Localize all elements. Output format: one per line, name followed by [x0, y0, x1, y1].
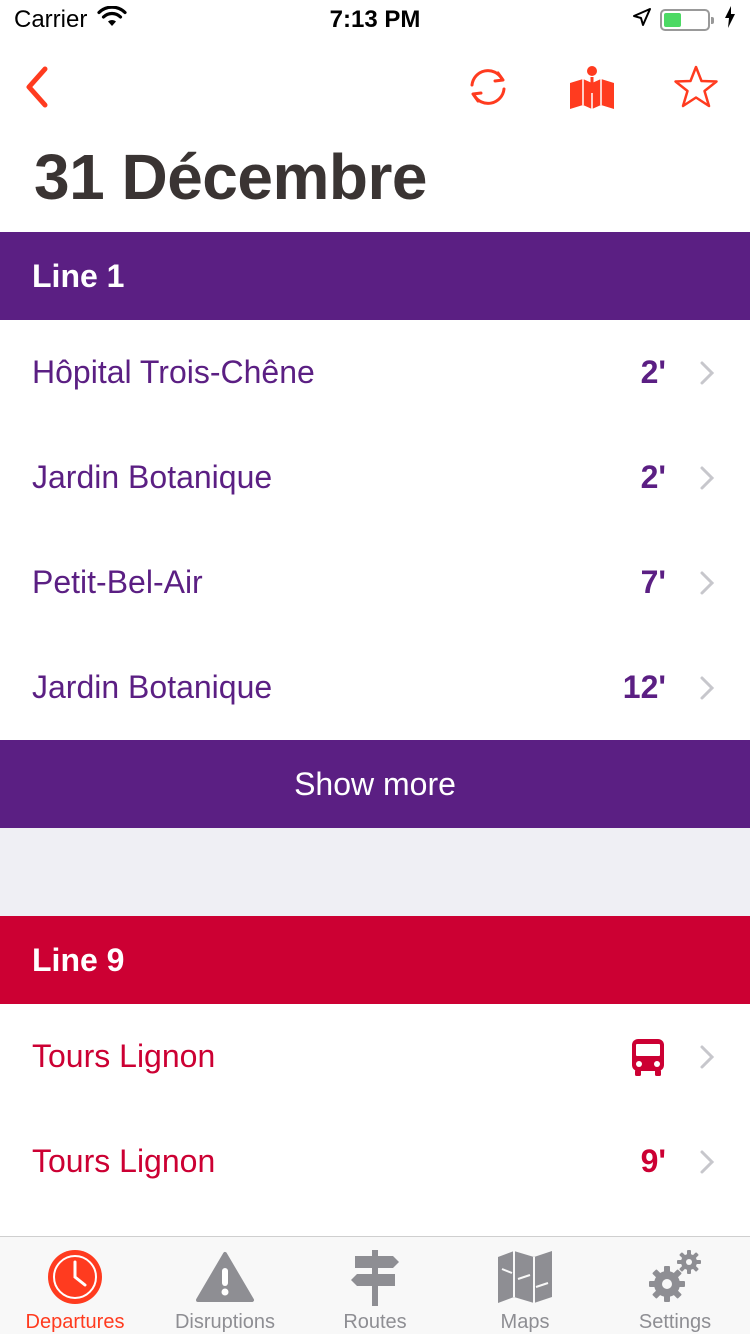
location-arrow-icon	[632, 6, 652, 34]
gear-icon	[643, 1245, 707, 1309]
tab-label: Maps	[500, 1311, 550, 1333]
departure-row[interactable]: Tours Lignon	[0, 1004, 750, 1109]
star-icon	[674, 65, 718, 108]
bus-icon	[566, 1037, 666, 1077]
minutes-label: 7'	[640, 564, 666, 600]
back-icon	[26, 66, 48, 108]
chevron-right-icon	[692, 1044, 722, 1070]
destination-label: Hôpital Trois-Chêne	[32, 354, 315, 390]
departure-row[interactable]: Jardin Botanique 12'	[0, 635, 750, 740]
chevron-right-icon	[692, 360, 722, 386]
minutes-label: 9'	[640, 1143, 666, 1179]
minutes-label: 12'	[622, 669, 666, 705]
page-title: 31 Décembre	[34, 141, 427, 213]
tab-label: Departures	[25, 1311, 125, 1333]
tab-settings[interactable]: Settings	[600, 1237, 750, 1334]
map-icon	[493, 1245, 557, 1309]
clock-icon	[43, 1245, 107, 1309]
charging-bolt-icon	[724, 5, 736, 35]
tab-bar: Departures Disruptions Routes Maps Setti…	[0, 1236, 750, 1334]
chevron-right-icon	[692, 465, 722, 491]
map-pin-icon	[570, 64, 614, 109]
refresh-button[interactable]	[458, 60, 518, 114]
departure-row[interactable]: Jardin Botanique 2'	[0, 425, 750, 530]
back-button[interactable]	[6, 60, 66, 114]
line-1-header: Line 1	[0, 232, 750, 320]
tab-label: Settings	[638, 1311, 712, 1333]
tab-disruptions[interactable]: Disruptions	[150, 1237, 300, 1334]
minutes-label: 2'	[640, 354, 666, 390]
show-more-button[interactable]: Show more	[0, 740, 750, 828]
tab-label: Routes	[343, 1311, 407, 1333]
favorite-button[interactable]	[666, 60, 726, 114]
signpost-icon	[343, 1245, 407, 1309]
map-button[interactable]	[562, 60, 622, 114]
warning-icon	[193, 1245, 257, 1309]
tab-routes[interactable]: Routes	[300, 1237, 450, 1334]
wifi-icon	[97, 5, 127, 35]
navigation-bar	[0, 40, 750, 130]
departure-row[interactable]: Petit-Bel-Air 7'	[0, 530, 750, 635]
destination-label: Petit-Bel-Air	[32, 564, 203, 600]
destination-label: Tours Lignon	[32, 1143, 216, 1179]
section-separator	[0, 828, 750, 916]
chevron-right-icon	[692, 570, 722, 596]
status-bar: Carrier 7:13 PM	[0, 0, 750, 40]
destination-label: Jardin Botanique	[32, 459, 273, 495]
minutes-label: 2'	[640, 459, 666, 495]
battery-icon	[660, 9, 714, 31]
chevron-right-icon	[692, 675, 722, 701]
destination-label: Jardin Botanique	[32, 669, 273, 705]
refresh-icon	[470, 69, 506, 105]
destination-label: Tours Lignon	[32, 1038, 216, 1074]
tab-maps[interactable]: Maps	[450, 1237, 600, 1334]
tab-departures[interactable]: Departures	[0, 1237, 150, 1334]
chevron-right-icon	[692, 1149, 722, 1175]
carrier-label: Carrier	[14, 6, 88, 33]
line-9-header: Line 9	[0, 916, 750, 1004]
departure-row[interactable]: Tours Lignon 9'	[0, 1109, 750, 1214]
departure-row[interactable]: Hôpital Trois-Chêne 2'	[0, 320, 750, 425]
tab-label: Disruptions	[174, 1311, 276, 1333]
